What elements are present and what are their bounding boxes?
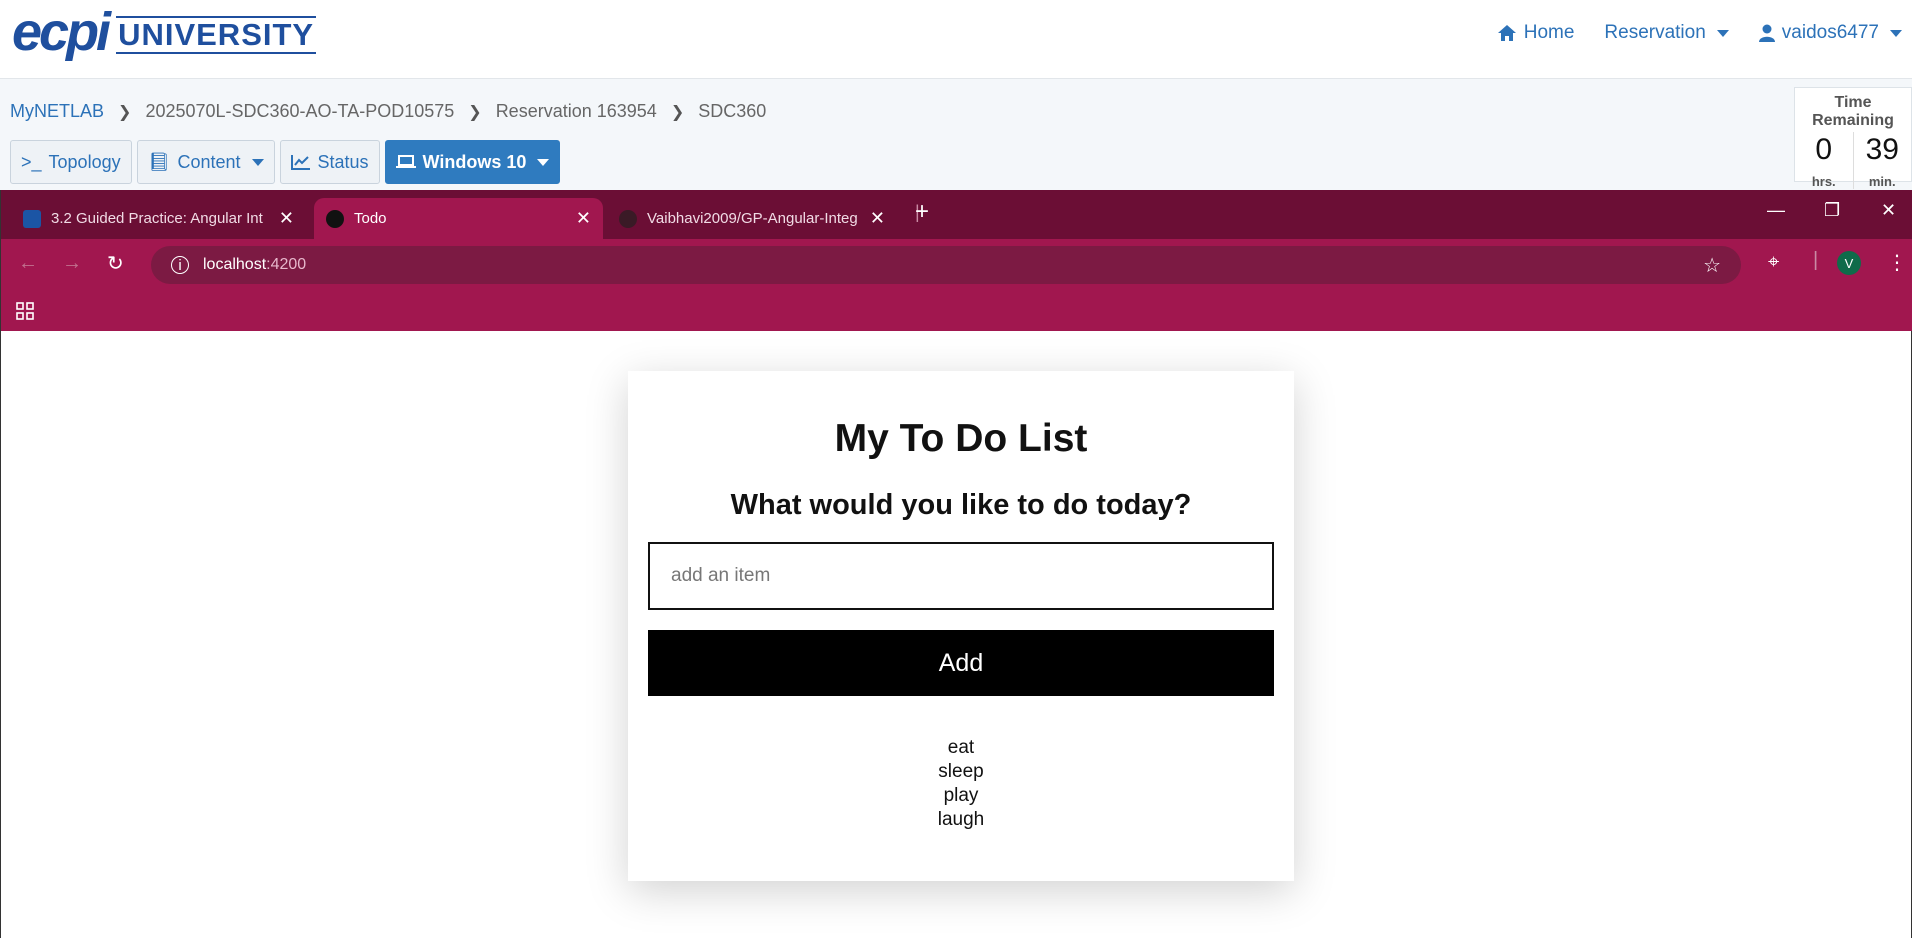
list-item: play bbox=[943, 785, 979, 806]
page-title: My To Do List bbox=[834, 417, 1088, 460]
chevron-down-icon bbox=[1890, 29, 1902, 37]
breadcrumb: MyNETLAB ❯ 2025070L-SDC360-AO-TA-POD1057… bbox=[10, 101, 766, 122]
close-icon[interactable]: ✕ bbox=[870, 208, 885, 229]
more-menu-icon[interactable]: ⋮ bbox=[1887, 250, 1907, 275]
address-port: :4200 bbox=[266, 256, 307, 273]
hours-unit: hrs. bbox=[1811, 174, 1836, 189]
terminal-icon: >_ bbox=[21, 151, 42, 172]
list-item: sleep bbox=[938, 761, 984, 782]
chevron-right-icon: ❯ bbox=[118, 103, 132, 121]
todo-list: eat sleep play laugh bbox=[628, 736, 1294, 832]
todo-input[interactable] bbox=[648, 542, 1274, 610]
nav-home[interactable]: Home bbox=[1497, 22, 1575, 44]
breadcrumb-mynetlab[interactable]: MyNETLAB bbox=[10, 101, 104, 122]
forward-icon[interactable]: → bbox=[62, 252, 82, 275]
tab-status-label: Status bbox=[317, 151, 369, 172]
chevron-down-icon bbox=[1716, 29, 1729, 37]
user-icon bbox=[1758, 24, 1775, 42]
back-icon[interactable]: ← bbox=[18, 252, 38, 275]
list-item: eat bbox=[947, 737, 975, 758]
bookmarks-bar bbox=[1, 291, 1912, 331]
close-icon[interactable]: ✕ bbox=[279, 208, 294, 229]
tab-content[interactable]: 📘︎ Content bbox=[136, 140, 275, 184]
top-navbar: ecpi UNIVERSITY Home Reservation vaidos6… bbox=[0, 0, 1912, 79]
browser-tab-strip: 3.2 Guided Practice: Angular Int ✕ Todo … bbox=[1, 190, 1912, 239]
search-tab-icon[interactable]: ⌖ bbox=[1768, 251, 1779, 274]
logo-text: UNIVERSITY bbox=[116, 16, 317, 54]
tab-status[interactable]: Status bbox=[279, 140, 380, 184]
address-bar[interactable]: i localhost:4200 ☆ bbox=[151, 246, 1741, 284]
list-item: laugh bbox=[937, 809, 985, 830]
angular-icon bbox=[326, 209, 344, 228]
chevron-right-icon: ❯ bbox=[468, 103, 482, 121]
minutes-value: 39 bbox=[1865, 133, 1899, 166]
shield-icon bbox=[23, 209, 41, 228]
chart-line-icon bbox=[290, 155, 310, 170]
book-icon: 📘︎ bbox=[147, 151, 171, 172]
address-host: localhost bbox=[203, 256, 267, 273]
reload-icon[interactable]: ↻ bbox=[107, 251, 124, 276]
browser-toolbar: ← → ↻ i localhost:4200 ☆ ⌖ | V ⋮ bbox=[1, 239, 1912, 291]
apps-grid-icon[interactable] bbox=[16, 302, 34, 320]
new-tab-icon[interactable]: + bbox=[915, 198, 929, 226]
hours-value: 0 bbox=[1815, 133, 1833, 166]
tab-topology[interactable]: >_ Topology bbox=[10, 140, 132, 184]
nav-reservation[interactable]: Reservation bbox=[1604, 22, 1729, 44]
page-subtitle: What would you like to do today? bbox=[730, 489, 1192, 521]
add-button[interactable]: Add bbox=[648, 630, 1274, 696]
browser-tab-title: Vaibhavi2009/GP-Angular-Integ bbox=[647, 210, 858, 227]
browser-tab-guided-practice[interactable]: 3.2 Guided Practice: Angular Int ✕ bbox=[11, 198, 306, 239]
chevron-right-icon: ❯ bbox=[670, 103, 685, 121]
laptop-icon bbox=[395, 155, 416, 168]
breadcrumb-pod[interactable]: 2025070L-SDC360-AO-TA-POD10575 bbox=[145, 101, 454, 122]
lab-tabs: >_ Topology 📘︎ Content Status Windows 10 bbox=[10, 140, 561, 184]
close-window-icon[interactable]: ✕ bbox=[1881, 200, 1896, 221]
nav-reservation-label: Reservation bbox=[1604, 22, 1706, 43]
lab-subbar: MyNETLAB ❯ 2025070L-SDC360-AO-TA-POD1057… bbox=[0, 79, 1912, 190]
time-remaining-label: Time Remaining bbox=[1812, 94, 1894, 129]
breadcrumb-course: SDC360 bbox=[698, 101, 767, 121]
breadcrumb-reservation[interactable]: Reservation 163954 bbox=[496, 101, 657, 122]
tab-windows-label: Windows 10 bbox=[422, 151, 527, 172]
minimize-icon[interactable]: — bbox=[1767, 200, 1785, 221]
todo-card: My To Do List What would you like to do … bbox=[628, 371, 1294, 881]
nav-home-label: Home bbox=[1523, 22, 1575, 43]
site-info-icon[interactable]: i bbox=[171, 256, 189, 274]
browser-tab-github[interactable]: Vaibhavi2009/GP-Angular-Integ ✕ bbox=[607, 198, 897, 239]
chevron-down-icon bbox=[537, 158, 550, 166]
nav-user-label: vaidos6477 bbox=[1781, 22, 1879, 43]
tab-windows-10[interactable]: Windows 10 bbox=[384, 140, 561, 184]
close-icon[interactable]: ✕ bbox=[576, 208, 591, 229]
ecpi-logo[interactable]: ecpi UNIVERSITY bbox=[12, 2, 317, 62]
github-icon bbox=[619, 209, 637, 228]
time-remaining-box: Time Remaining 0 hrs. 39 min. bbox=[1794, 87, 1912, 189]
tab-content-label: Content bbox=[177, 151, 241, 172]
nav-user-menu[interactable]: vaidos6477 bbox=[1758, 22, 1902, 44]
nav-links: Home Reservation vaidos6477 bbox=[1497, 22, 1902, 44]
home-icon bbox=[1497, 25, 1516, 41]
minutes-unit: min. bbox=[1868, 174, 1896, 189]
page-viewport: My To Do List What would you like to do … bbox=[1, 331, 1911, 938]
toolbar-divider: | bbox=[1813, 249, 1819, 271]
tab-topology-label: Topology bbox=[48, 151, 121, 172]
restore-icon[interactable]: ❐ bbox=[1824, 200, 1840, 221]
browser-tab-title: 3.2 Guided Practice: Angular Int bbox=[51, 210, 263, 227]
bookmark-star-icon[interactable]: ☆ bbox=[1703, 253, 1721, 278]
browser-tab-todo[interactable]: Todo ✕ bbox=[314, 198, 603, 239]
logo-mark: ecpi bbox=[12, 2, 111, 62]
profile-avatar[interactable]: V bbox=[1837, 251, 1861, 275]
chevron-down-icon bbox=[251, 158, 264, 166]
remote-browser-window: 3.2 Guided Practice: Angular Int ✕ Todo … bbox=[0, 190, 1912, 938]
browser-tab-title: Todo bbox=[354, 210, 387, 227]
